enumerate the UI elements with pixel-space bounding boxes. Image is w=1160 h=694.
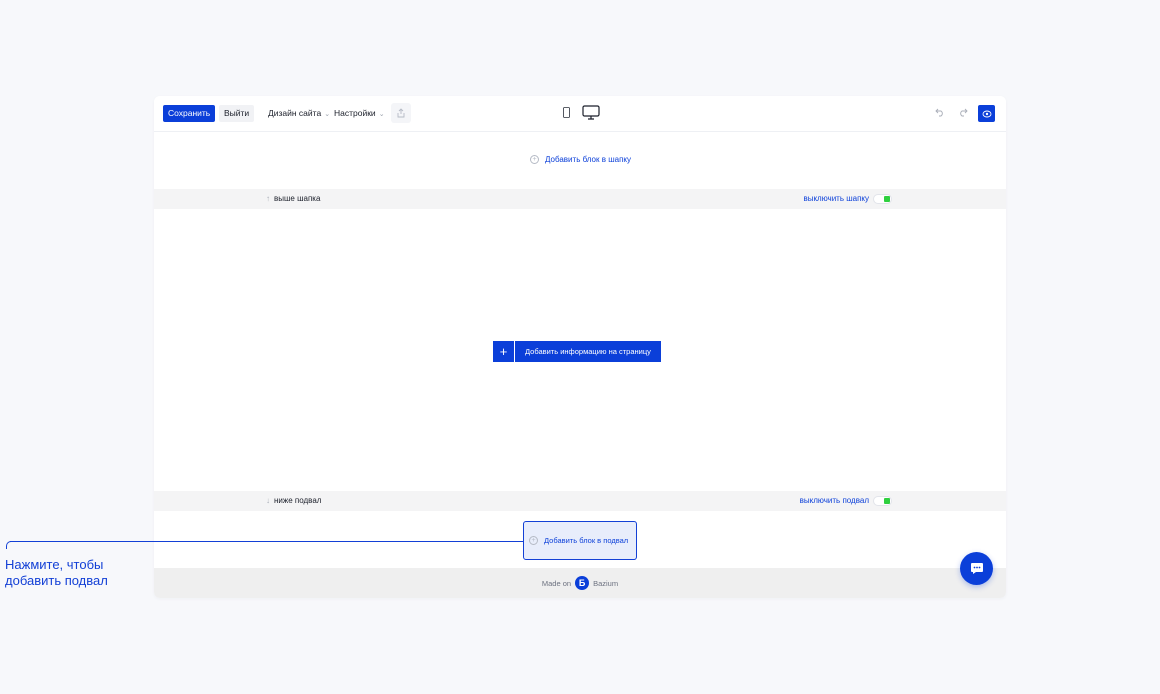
editor-frame: Сохранить Выйти Дизайн сайта ⌄ Настройки ⌄ [154, 96, 1006, 598]
share-icon [397, 108, 405, 118]
desktop-icon[interactable] [582, 105, 600, 121]
plus-circle-icon: + [529, 536, 538, 545]
share-button[interactable] [391, 103, 411, 123]
undo-icon[interactable] [935, 108, 945, 117]
add-footer-block-button[interactable]: + Добавить блок в подвал [523, 521, 637, 560]
toolbar: Сохранить Выйти Дизайн сайта ⌄ Настройки ⌄ [154, 96, 1006, 132]
add-header-block-label: Добавить блок в шапку [545, 155, 631, 164]
design-menu-label: Дизайн сайта [268, 108, 322, 118]
header-strip-label: выше шапка [274, 194, 321, 203]
settings-menu[interactable]: Настройки ⌄ [334, 105, 385, 122]
preview-button[interactable] [978, 105, 995, 122]
made-on-bar: Made on Б Bazium [154, 568, 1006, 598]
chat-icon [970, 563, 983, 574]
mobile-icon[interactable] [563, 107, 571, 119]
callout-line [10, 541, 523, 542]
made-on-prefix: Made on [541, 578, 572, 588]
chevron-down-icon: ⌄ [324, 111, 331, 118]
design-menu[interactable]: Дизайн сайта ⌄ [268, 105, 330, 122]
header-toggle[interactable] [873, 194, 892, 204]
plus-icon: + [493, 341, 514, 362]
add-footer-block-label: Добавить блок в подвал [544, 536, 629, 545]
toggle-knob [884, 196, 890, 202]
callout-corner [6, 541, 11, 549]
chat-button[interactable] [960, 552, 993, 585]
toggle-knob [884, 498, 890, 504]
footer-strip-label: ниже подвал [274, 496, 322, 505]
callout-text: Нажмите, чтобы добавить подвал [5, 557, 108, 588]
exit-button[interactable]: Выйти [219, 105, 255, 122]
add-header-block-button[interactable]: + Добавить блок в шапку [530, 155, 631, 164]
redo-icon[interactable] [958, 108, 968, 117]
save-button[interactable]: Сохранить [163, 105, 216, 122]
footer-strip-label-wrap: ↓ ниже подвал [266, 491, 321, 511]
add-info-button[interactable]: + Добавить информацию на страницу [493, 341, 661, 362]
footer-toggle[interactable] [873, 496, 892, 506]
arrow-down-icon: ↓ [266, 496, 270, 505]
settings-menu-label: Настройки [334, 108, 376, 118]
footer-strip: ↓ ниже подвал выключить подвал [154, 491, 1006, 511]
bazium-logo-icon: Б [575, 576, 590, 590]
eye-icon [982, 110, 991, 117]
add-info-label: Добавить информацию на страницу [515, 341, 661, 362]
arrow-up-icon: ↑ [266, 194, 270, 203]
disable-header-label[interactable]: выключить шапку [803, 189, 869, 209]
header-strip: ↑ выше шапка выключить шапку [154, 189, 1006, 209]
plus-circle-icon: + [530, 155, 539, 164]
chevron-down-icon: ⌄ [378, 111, 385, 118]
header-strip-label-wrap: ↑ выше шапка [266, 189, 320, 209]
made-on-brand[interactable]: Bazium [593, 579, 618, 588]
disable-footer-label[interactable]: выключить подвал [800, 491, 869, 511]
